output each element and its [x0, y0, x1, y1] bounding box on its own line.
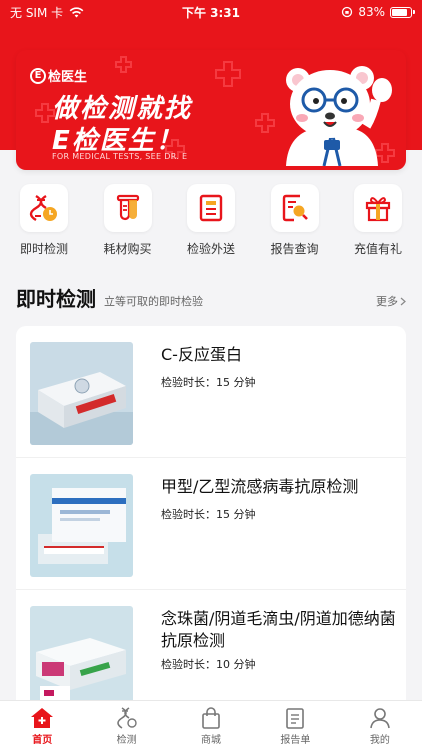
dna-clock-icon: [29, 194, 57, 222]
section-title: 即时检测: [16, 287, 96, 311]
section-header: 即时检测 立等可取的即时检验 更多: [16, 284, 406, 312]
quick-item-report-query[interactable]: 报告查询: [263, 184, 327, 264]
tab-report[interactable]: 报告单: [253, 701, 337, 750]
promo-banner[interactable]: E 检医生 做检测就找 E检医生！ FOR MEDICAL TESTS, SEE …: [16, 50, 406, 170]
test-item[interactable]: C-反应蛋白 检验时长：15 分钟: [16, 326, 406, 458]
test-name: 甲型/乙型流感病毒抗原检测: [161, 477, 359, 496]
document-icon: [199, 194, 223, 222]
report-icon: [286, 708, 305, 729]
test-duration: 检验时长：10 分钟: [161, 658, 256, 671]
user-icon: [370, 708, 390, 729]
tab-mall[interactable]: 商城: [169, 701, 253, 750]
test-tube-icon: [116, 194, 139, 221]
orientation-lock-icon: [342, 6, 353, 18]
bear-doctor-mascot: [286, 66, 392, 166]
bag-icon: [202, 707, 220, 729]
dna-icon: [116, 707, 137, 729]
tab-mine[interactable]: 我的: [338, 701, 422, 750]
tab-test[interactable]: 检测: [84, 701, 168, 750]
product-image: [30, 342, 133, 445]
test-name: C-反应蛋白: [161, 345, 242, 364]
test-duration: 检验时长：15 分钟: [161, 508, 256, 521]
chevron-right-icon: [400, 297, 406, 305]
test-duration: 检验时长：15 分钟: [161, 376, 256, 389]
battery-icon: [390, 6, 415, 18]
status-time: 下午 3:31: [181, 5, 241, 20]
more-link[interactable]: 更多: [376, 293, 406, 309]
test-item[interactable]: 念珠菌/阴道毛滴虫/阴道加德纳菌抗原检测 检验时长：10 分钟: [16, 590, 406, 706]
quick-menu: 即时检测 耗材购买 检验外送 报告查询 充值有礼: [0, 184, 422, 264]
wifi-icon: [69, 6, 84, 17]
product-image: [30, 474, 133, 577]
gift-icon: [365, 197, 391, 222]
product-image: [30, 606, 133, 706]
banner-subtitle: FOR MEDICAL TESTS, SEE DR. E: [52, 152, 188, 161]
test-item[interactable]: 甲型/乙型流感病毒抗原检测 检验时长：15 分钟: [16, 458, 406, 590]
quick-item-instant-test[interactable]: 即时检测: [12, 184, 76, 264]
test-name: 念珠菌/阴道毛滴虫/阴道加德纳菌抗原检测: [161, 609, 396, 650]
bottom-tab-bar: 首页 检测 商城 报告单 我的: [0, 700, 422, 750]
battery-percent: 83%: [358, 5, 385, 19]
home-icon: [31, 708, 54, 728]
quick-item-send-out[interactable]: 检验外送: [179, 184, 243, 264]
section-description: 立等可取的即时检验: [104, 295, 203, 308]
banner-logo: E 检医生: [30, 66, 87, 85]
carrier-label: 无 SIM 卡: [10, 5, 64, 20]
status-bar: 无 SIM 卡 下午 3:31 83%: [0, 0, 422, 24]
tab-home[interactable]: 首页: [0, 701, 84, 750]
quick-item-recharge-gift[interactable]: 充值有礼: [346, 184, 410, 264]
report-search-icon: [282, 194, 308, 222]
quick-item-supplies[interactable]: 耗材购买: [96, 184, 160, 264]
test-list: C-反应蛋白 检验时长：15 分钟 甲型/乙型流感病毒抗原检测 检验时长：15 …: [16, 326, 406, 706]
